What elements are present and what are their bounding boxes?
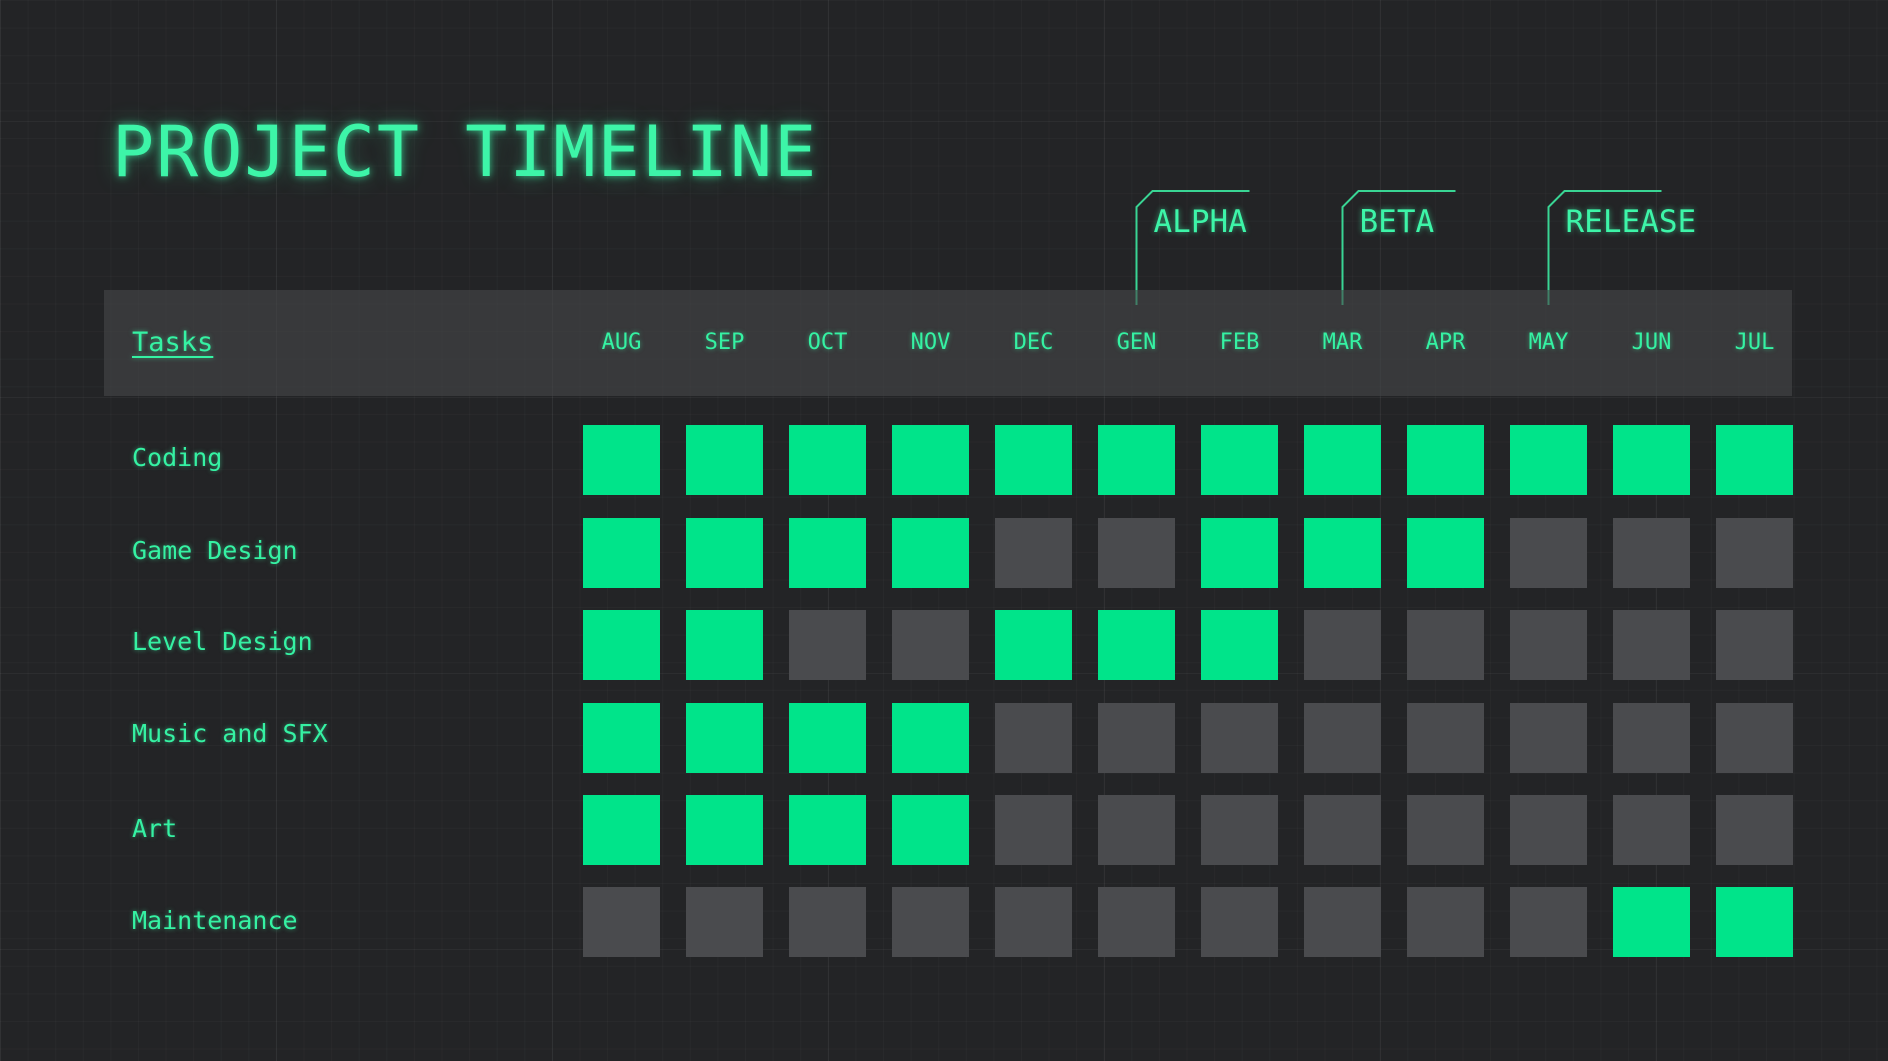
page-title: PROJECT TIMELINE [112, 111, 819, 193]
active-cell [1098, 425, 1175, 495]
active-cell [789, 795, 866, 865]
active-cell [1304, 425, 1381, 495]
inactive-cell [1098, 518, 1175, 588]
inactive-cell [995, 887, 1072, 957]
inactive-cell [1407, 610, 1484, 680]
month-label-apr: APR [1425, 330, 1466, 355]
month-label-mar: MAR [1322, 330, 1363, 355]
inactive-cell [1407, 887, 1484, 957]
inactive-cell [1098, 703, 1175, 773]
active-cell [892, 425, 969, 495]
active-cell [686, 795, 763, 865]
month-label-feb: FEB [1219, 330, 1260, 355]
inactive-cell [1613, 610, 1690, 680]
active-cell [686, 518, 763, 588]
month-label-jul: JUL [1734, 330, 1775, 355]
active-cell [1613, 425, 1690, 495]
inactive-cell [789, 610, 866, 680]
inactive-cell [583, 887, 660, 957]
active-cell [995, 610, 1072, 680]
inactive-cell [1201, 887, 1278, 957]
active-cell [892, 795, 969, 865]
month-label-aug: AUG [601, 330, 642, 355]
active-cell [1613, 887, 1690, 957]
task-label: Music and SFX [132, 719, 328, 748]
active-cell [583, 425, 660, 495]
active-cell [789, 703, 866, 773]
month-label-oct: OCT [807, 330, 848, 355]
inactive-cell [1304, 887, 1381, 957]
inactive-cell [1613, 795, 1690, 865]
active-cell [1407, 425, 1484, 495]
inactive-cell [995, 703, 1072, 773]
active-cell [789, 425, 866, 495]
active-cell [583, 795, 660, 865]
inactive-cell [1716, 795, 1793, 865]
inactive-cell [1304, 610, 1381, 680]
active-cell [1510, 425, 1587, 495]
month-label-sep: SEP [704, 330, 745, 355]
task-label: Level Design [132, 627, 313, 656]
inactive-cell [1201, 795, 1278, 865]
active-cell [583, 518, 660, 588]
inactive-cell [1407, 795, 1484, 865]
inactive-cell [1613, 518, 1690, 588]
active-cell [583, 703, 660, 773]
active-cell [1716, 425, 1793, 495]
inactive-cell [1510, 610, 1587, 680]
inactive-cell [1716, 703, 1793, 773]
inactive-cell [1510, 518, 1587, 588]
month-label-jun: JUN [1631, 330, 1672, 355]
inactive-cell [1098, 795, 1175, 865]
inactive-cell [1407, 703, 1484, 773]
inactive-cell [686, 887, 763, 957]
active-cell [1201, 425, 1278, 495]
inactive-cell [1201, 703, 1278, 773]
active-cell [995, 425, 1072, 495]
active-cell [1304, 518, 1381, 588]
month-label-gen: GEN [1116, 330, 1157, 355]
month-label-dec: DEC [1013, 330, 1054, 355]
task-label: Coding [132, 443, 223, 472]
inactive-cell [892, 610, 969, 680]
active-cell [892, 518, 969, 588]
active-cell [686, 703, 763, 773]
month-label-may: MAY [1528, 330, 1569, 355]
active-cell [583, 610, 660, 680]
inactive-cell [995, 795, 1072, 865]
inactive-cell [1510, 795, 1587, 865]
active-cell [1201, 610, 1278, 680]
active-cell [686, 610, 763, 680]
inactive-cell [1098, 887, 1175, 957]
milestone-label-beta: BETA [1359, 204, 1435, 240]
milestone-label-alpha: ALPHA [1153, 204, 1247, 240]
month-label-nov: NOV [910, 330, 951, 355]
active-cell [1716, 887, 1793, 957]
task-label: Maintenance [132, 906, 298, 935]
inactive-cell [1304, 795, 1381, 865]
inactive-cell [1510, 703, 1587, 773]
milestone-label-release: RELEASE [1565, 204, 1697, 240]
task-label: Game Design [132, 536, 298, 565]
active-cell [1407, 518, 1484, 588]
inactive-cell [995, 518, 1072, 588]
active-cell [1201, 518, 1278, 588]
active-cell [686, 425, 763, 495]
active-cell [1098, 610, 1175, 680]
inactive-cell [789, 887, 866, 957]
inactive-cell [892, 887, 969, 957]
inactive-cell [1716, 610, 1793, 680]
task-label: Art [132, 814, 178, 843]
inactive-cell [1304, 703, 1381, 773]
inactive-cell [1716, 518, 1793, 588]
active-cell [789, 518, 866, 588]
active-cell [892, 703, 969, 773]
tasks-header-link[interactable]: Tasks [132, 325, 213, 361]
inactive-cell [1510, 887, 1587, 957]
inactive-cell [1613, 703, 1690, 773]
